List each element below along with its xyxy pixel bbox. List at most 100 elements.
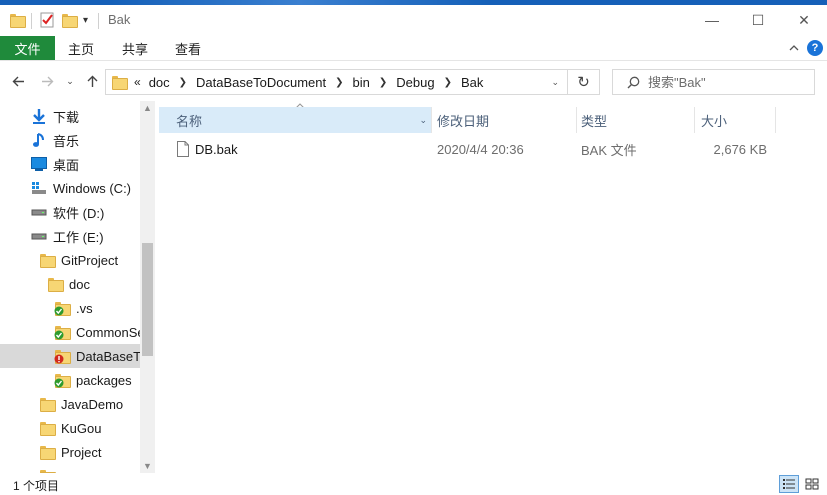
nav-item-downloads[interactable]: 下载 (0, 104, 140, 128)
nav-item-project[interactable]: Project (0, 440, 140, 464)
folder-icon (39, 252, 56, 268)
maximize-button[interactable]: ☐ (735, 5, 781, 35)
breadcrumb-doc[interactable]: doc (149, 75, 170, 90)
nav-item-vs[interactable]: .vs (0, 296, 140, 320)
nav-item-desktop[interactable]: 桌面 (0, 152, 140, 176)
nav-item-label: DataBaseT (76, 348, 140, 364)
folder-git-synced-icon (54, 300, 71, 316)
nav-item-doc[interactable]: doc (0, 272, 140, 296)
forward-arrow-icon[interactable] (38, 71, 56, 91)
details-view-icon (783, 479, 795, 489)
folder-icon (39, 420, 56, 436)
nav-item-label: 桌面 (53, 157, 80, 173)
chevron-up-icon[interactable] (786, 39, 802, 57)
search-icon (627, 76, 640, 89)
nav-item-gitproject[interactable]: GitProject (0, 248, 140, 272)
column-header-modified[interactable]: 修改日期 (432, 107, 576, 133)
column-header-name[interactable]: 名称 ⌄ (159, 107, 431, 133)
scroll-down-icon[interactable]: ▼ (140, 459, 155, 473)
scroll-up-icon[interactable]: ▲ (140, 101, 155, 115)
minimize-button[interactable]: — (689, 5, 735, 35)
breadcrumb-debug[interactable]: Debug (396, 75, 434, 90)
nav-item-software-d[interactable]: 软件 (D:) (0, 200, 140, 224)
nav-item-music[interactable]: 音乐 (0, 128, 140, 152)
nav-item-partial[interactable] (0, 464, 140, 473)
quick-access-dropdown-icon[interactable]: ▾ (83, 11, 88, 29)
properties-icon[interactable] (40, 11, 55, 29)
windows-drive-icon (31, 180, 47, 196)
column-divider[interactable] (775, 107, 776, 133)
nav-item-label: Windows (C:) (53, 180, 132, 196)
breadcrumb-databasetodocument[interactable]: DataBaseToDocument (196, 75, 326, 90)
large-icons-view-icon (805, 478, 819, 490)
breadcrumb-bin[interactable]: bin (353, 75, 370, 90)
nav-item-label: GitProject (61, 252, 119, 268)
nav-item-packages[interactable]: packages (0, 368, 140, 392)
tab-view[interactable]: 查看 (175, 36, 201, 60)
download-arrow-icon (31, 108, 47, 124)
nav-item-label: KuGou (61, 420, 102, 436)
chevron-right-icon[interactable]: ❯ (444, 77, 452, 88)
nav-item-javademo[interactable]: JavaDemo (0, 392, 140, 416)
window-title: Bak (108, 12, 131, 27)
nav-item-label: CommonSe (76, 324, 140, 340)
nav-item-kugou[interactable]: KuGou (0, 416, 140, 440)
back-arrow-icon[interactable] (9, 71, 27, 91)
breadcrumb-bak[interactable]: Bak (461, 75, 483, 90)
nav-item-windows-c[interactable]: Windows (C:) (0, 176, 140, 200)
file-type-cell: BAK 文件 (581, 142, 637, 158)
folder-icon (112, 76, 128, 90)
address-dropdown-icon[interactable]: ⌄ (551, 77, 559, 88)
nav-item-label: 下载 (53, 109, 80, 125)
music-note-icon (31, 132, 47, 148)
column-header-type[interactable]: 类型 (577, 107, 694, 133)
nav-item-label: packages (76, 372, 132, 388)
ribbon-tabs: 文件 主页 共享 查看 ? (0, 35, 827, 61)
title-bar: ▾ Bak — ☐ ✕ (0, 5, 827, 35)
new-folder-icon[interactable] (62, 11, 78, 29)
desktop-icon (31, 156, 47, 172)
tab-share[interactable]: 共享 (122, 36, 148, 60)
nav-item-label: 音乐 (53, 133, 80, 149)
item-count: 1 个项目 (13, 479, 60, 493)
column-header-size[interactable]: 大小 (695, 107, 775, 133)
tab-home[interactable]: 主页 (68, 36, 94, 60)
refresh-button[interactable]: ↻ (568, 69, 600, 95)
drive-icon (31, 204, 47, 220)
nav-item-commonse[interactable]: CommonSe (0, 320, 140, 344)
help-button[interactable]: ? (806, 39, 824, 57)
large-icons-view-button[interactable] (802, 475, 822, 493)
folder-git-conflict-icon (54, 348, 71, 364)
divider (31, 13, 32, 29)
up-arrow-icon[interactable] (83, 71, 101, 91)
search-input[interactable] (648, 74, 798, 90)
column-filter-dropdown-icon[interactable]: ⌄ (419, 115, 427, 126)
breadcrumb-overflow[interactable]: « (134, 75, 141, 89)
navigation-scrollbar[interactable]: ▲ ▼ (140, 101, 155, 473)
nav-item-label: JavaDemo (61, 396, 124, 412)
nav-item-work-e[interactable]: 工作 (E:) (0, 224, 140, 248)
file-list: 名称 ⌄ 修改日期 类型 大小 DB.bak 2020/4/4 20:36 BA… (155, 101, 827, 473)
status-bar: 1 个项目 (0, 473, 827, 495)
file-modified-cell: 2020/4/4 20:36 (437, 141, 524, 157)
navigation-pane: 下载 音乐 桌面 Windows (C:) 软件 (D:) 工作 (E:) Gi… (0, 101, 155, 473)
chevron-right-icon[interactable]: ❯ (335, 77, 343, 88)
folder-git-synced-icon (54, 372, 71, 388)
refresh-icon: ↻ (577, 74, 590, 91)
chevron-right-icon[interactable]: ❯ (379, 77, 387, 88)
scrollbar-thumb[interactable] (142, 243, 153, 356)
tab-file[interactable]: 文件 (0, 36, 55, 60)
nav-item-label: doc (69, 276, 90, 292)
details-view-button[interactable] (779, 475, 799, 493)
file-name-cell[interactable]: DB.bak (177, 138, 238, 160)
help-icon: ? (807, 40, 823, 56)
file-icon (177, 141, 189, 157)
nav-item-label: .vs (76, 300, 93, 316)
recent-locations-dropdown-icon[interactable]: ⌄ (64, 71, 76, 91)
nav-item-label: Project (61, 444, 102, 460)
nav-item-databaset[interactable]: DataBaseT (0, 344, 140, 368)
address-bar[interactable]: « doc ❯ DataBaseToDocument ❯ bin ❯ Debug… (105, 69, 568, 95)
search-box[interactable] (612, 69, 815, 95)
close-button[interactable]: ✕ (781, 5, 827, 35)
chevron-right-icon[interactable]: ❯ (179, 77, 187, 88)
